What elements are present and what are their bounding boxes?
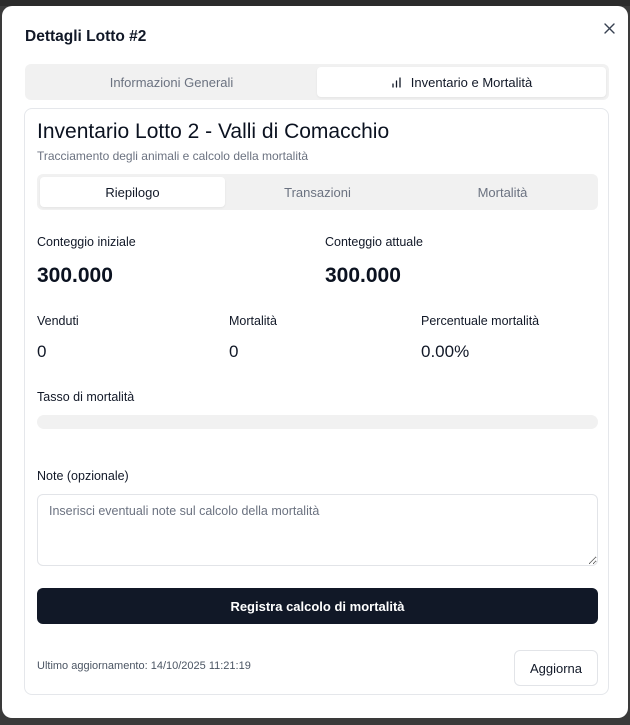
- tab-general-info[interactable]: Informazioni Generali: [28, 67, 315, 97]
- close-icon: [603, 22, 615, 34]
- tab-label: Inventario e Mortalità: [410, 74, 533, 90]
- notes-field[interactable]: [37, 494, 598, 566]
- initial-count-value: 300.000: [37, 264, 113, 287]
- mortality-rate-bar: [37, 415, 598, 429]
- sold-value: 0: [37, 342, 47, 361]
- tab-summary[interactable]: Riepilogo: [40, 177, 225, 207]
- tab-label: Mortalità: [477, 184, 528, 200]
- refresh-button[interactable]: Aggiorna: [514, 650, 598, 686]
- dialog-tabs: Informazioni Generali Inventario e Morta…: [25, 64, 609, 100]
- dialog-title: Dettagli Lotto #2: [25, 28, 147, 45]
- inventory-card: Inventario Lotto 2 - Valli di Comacchio …: [24, 108, 609, 695]
- tab-label: Informazioni Generali: [109, 74, 234, 90]
- current-count-value: 300.000: [325, 264, 401, 287]
- register-mortality-button[interactable]: Registra calcolo di mortalità: [37, 588, 598, 624]
- notes-label: Note (opzionale): [37, 469, 129, 483]
- current-count-label: Conteggio attuale: [325, 235, 423, 249]
- tab-label: Riepilogo: [105, 184, 160, 200]
- card-title: Inventario Lotto 2 - Valli di Comacchio: [37, 120, 390, 143]
- tab-mortality[interactable]: Mortalità: [410, 177, 595, 207]
- last-updated-text: Ultimo aggiornamento: 14/10/2025 11:21:1…: [37, 660, 251, 672]
- mortality-label: Mortalità: [229, 314, 277, 328]
- backdrop-bottom: [0, 718, 630, 725]
- card-subtitle: Tracciamento degli animali e calcolo del…: [37, 149, 309, 163]
- tab-label: Transazioni: [284, 184, 351, 200]
- mortality-percent-value: 0.00%: [421, 342, 470, 361]
- mortality-rate-label: Tasso di mortalità: [37, 390, 135, 404]
- tab-transactions[interactable]: Transazioni: [225, 177, 410, 207]
- tab-inventory-mortality[interactable]: Inventario e Mortalità: [317, 67, 606, 97]
- lot-details-dialog: Dettagli Lotto #2 Informazioni Generali …: [2, 6, 628, 718]
- bar-chart-icon: [391, 76, 402, 88]
- close-button[interactable]: [600, 19, 618, 37]
- mortality-value: 0: [229, 342, 239, 361]
- sold-label: Venduti: [37, 314, 79, 328]
- inventory-tabs: Riepilogo Transazioni Mortalità: [37, 174, 598, 210]
- initial-count-label: Conteggio iniziale: [37, 235, 136, 249]
- mortality-percent-label: Percentuale mortalità: [421, 314, 540, 328]
